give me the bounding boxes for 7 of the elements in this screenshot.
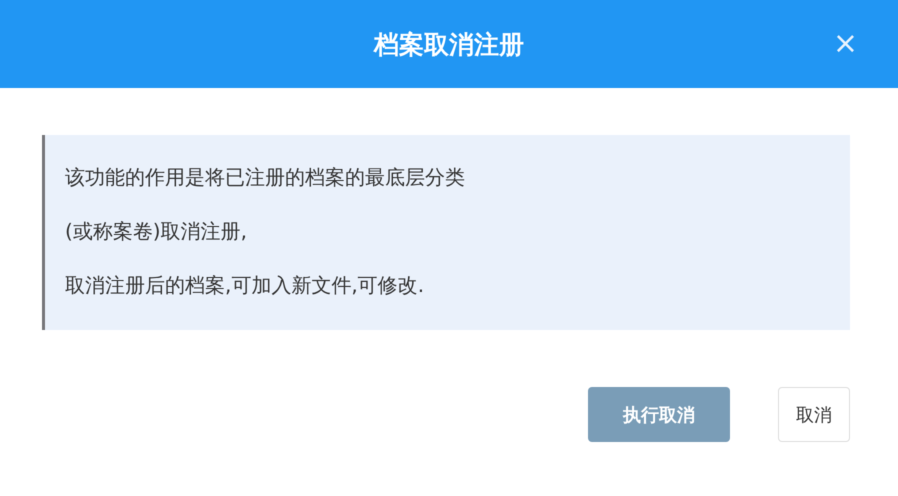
execute-button[interactable]: 执行取消: [588, 387, 730, 442]
notice-text: 取消注册后的档案,可加入新文件,可修改.: [65, 272, 426, 299]
dialog-title: 档案取消注册: [374, 28, 524, 60]
notice-text: 该功能的作用是将已注册的档案的最底层分类: [65, 164, 466, 191]
notice-text: (或称案卷)取消注册,: [65, 218, 248, 245]
cancel-button[interactable]: 取消: [778, 387, 850, 442]
close-button[interactable]: ×: [832, 30, 858, 58]
